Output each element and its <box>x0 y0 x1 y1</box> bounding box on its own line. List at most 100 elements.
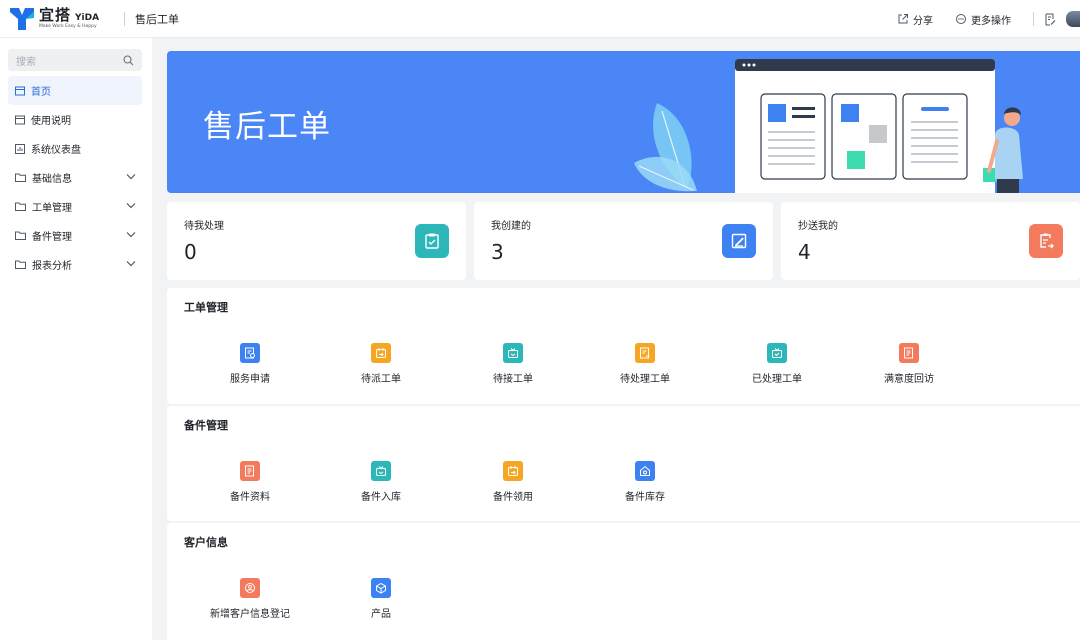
home-page-icon <box>15 86 25 95</box>
inbox-icon <box>503 343 523 363</box>
logo-en-text: YiDA <box>75 12 100 23</box>
sidebar-item-report-analysis[interactable]: 报表分析 <box>8 250 142 279</box>
home-banner: 售后工单 <box>167 51 1080 193</box>
sidebar-item-basic-info[interactable]: 基础信息 <box>8 163 142 192</box>
sidebar-item-label: 使用说明 <box>31 116 71 127</box>
app-product[interactable]: 产品 <box>331 578 431 621</box>
survey-icon <box>899 343 919 363</box>
app-name: 售后工单 <box>135 12 179 26</box>
app-label: 产品 <box>371 609 391 620</box>
app-label: 待处理工单 <box>620 374 670 385</box>
app-label: 服务申请 <box>230 374 270 385</box>
section-title: 工单管理 <box>184 301 228 314</box>
clipboard-check-icon <box>415 224 449 258</box>
stock-in-icon <box>371 461 391 481</box>
user-avatar[interactable] <box>1066 11 1080 27</box>
app-service-request[interactable]: 服务申请 <box>200 343 300 386</box>
yida-logo[interactable]: 宜搭 YiDA Make Work Easy & Happy <box>10 6 106 32</box>
header-divider <box>124 11 125 26</box>
dashboard-icon <box>15 143 25 154</box>
folder-icon <box>15 173 26 182</box>
app-label: 备件库存 <box>625 492 665 503</box>
sidebar-nav: 首页 使用说明 系统仪表盘 基础信息 工单管理 备件管理 报表分析 <box>8 76 142 279</box>
share-label: 分享 <box>913 15 933 27</box>
section-ticket-management: 工单管理 服务申请 待派工单 待接工单 待处理工单 已处理工单 满意度回访 <box>167 288 1080 404</box>
stat-label: 我创建的 <box>491 221 531 232</box>
folder-icon <box>15 202 26 211</box>
dispatch-icon <box>371 343 391 363</box>
folder-icon <box>15 231 26 240</box>
yida-logo-mark <box>10 7 34 30</box>
share-icon <box>898 14 908 24</box>
warehouse-icon <box>635 461 655 481</box>
sidebar-item-ticket-management[interactable]: 工单管理 <box>8 192 142 221</box>
feedback-doc-icon[interactable] <box>1044 13 1056 26</box>
section-customer-info: 客户信息 新增客户信息登记 产品 <box>167 523 1080 640</box>
more-actions-button[interactable]: 更多操作 <box>955 12 1011 27</box>
header-right-divider <box>1033 12 1034 26</box>
app-label: 待接工单 <box>493 374 533 385</box>
app-satisfaction-survey[interactable]: 满意度回访 <box>859 343 959 386</box>
app-parts-requisition[interactable]: 备件领用 <box>463 461 563 504</box>
product-icon <box>371 578 391 598</box>
logo-slogan: Make Work Easy & Happy <box>39 23 97 29</box>
app-to-dispatch[interactable]: 待派工单 <box>331 343 431 386</box>
stat-value: 3 <box>491 240 504 264</box>
chevron-down-icon[interactable] <box>126 231 136 238</box>
search-placeholder: 搜索 <box>16 56 36 68</box>
app-parts-stock-in[interactable]: 备件入库 <box>331 461 431 504</box>
app-customer-registration[interactable]: 新增客户信息登记 <box>200 578 300 621</box>
app-label: 备件资料 <box>230 492 270 503</box>
sidebar-item-label: 备件管理 <box>32 232 72 243</box>
top-bar: 宜搭 YiDA Make Work Easy & Happy 售后工单 分享 更… <box>0 0 1080 38</box>
sidebar-item-label: 工单管理 <box>32 203 72 214</box>
stat-value: 4 <box>798 240 811 264</box>
folder-icon <box>15 260 26 269</box>
app-to-process[interactable]: 待处理工单 <box>595 343 695 386</box>
section-title: 客户信息 <box>184 536 228 549</box>
edit-doc-icon <box>722 224 756 258</box>
more-actions-label: 更多操作 <box>971 15 1011 27</box>
app-to-accept[interactable]: 待接工单 <box>463 343 563 386</box>
section-parts-management: 备件管理 备件资料 备件入库 备件领用 备件库存 <box>167 406 1080 521</box>
chevron-down-icon[interactable] <box>126 173 136 180</box>
sidebar-item-label: 首页 <box>31 87 51 98</box>
chevron-down-icon[interactable] <box>126 202 136 209</box>
stat-card-cc[interactable]: 抄送我的 4 <box>781 202 1080 280</box>
app-processed[interactable]: 已处理工单 <box>727 343 827 386</box>
customer-add-icon <box>240 578 260 598</box>
app-label: 备件领用 <box>493 492 533 503</box>
done-box-icon <box>767 343 787 363</box>
stat-card-created[interactable]: 我创建的 3 <box>474 202 773 280</box>
sidebar-item-home[interactable]: 首页 <box>8 76 142 105</box>
share-button[interactable]: 分享 <box>897 12 933 27</box>
service-request-icon <box>240 343 260 363</box>
app-parts-inventory[interactable]: 备件库存 <box>595 461 695 504</box>
stat-label: 待我处理 <box>184 221 224 232</box>
sidebar-item-label: 基础信息 <box>32 174 72 185</box>
stat-label: 抄送我的 <box>798 221 838 232</box>
sidebar-item-parts-management[interactable]: 备件管理 <box>8 221 142 250</box>
chevron-down-icon[interactable] <box>126 260 136 267</box>
app-label: 已处理工单 <box>752 374 802 385</box>
app-label: 满意度回访 <box>884 374 934 385</box>
cc-doc-icon <box>1029 224 1063 258</box>
app-parts-info[interactable]: 备件资料 <box>200 461 300 504</box>
sidebar: 搜索 首页 使用说明 系统仪表盘 基础信息 工单管理 备件管理 报表分析 <box>0 38 152 640</box>
sidebar-item-label: 系统仪表盘 <box>31 145 81 156</box>
sidebar-item-guide[interactable]: 使用说明 <box>8 105 142 134</box>
page-icon <box>15 115 25 124</box>
stat-card-pending[interactable]: 待我处理 0 <box>167 202 466 280</box>
parts-doc-icon <box>240 461 260 481</box>
sidebar-item-dashboard[interactable]: 系统仪表盘 <box>8 134 142 163</box>
app-label: 备件入库 <box>361 492 401 503</box>
section-title: 备件管理 <box>184 419 228 432</box>
sidebar-item-label: 报表分析 <box>32 261 72 272</box>
parts-use-icon <box>503 461 523 481</box>
banner-title: 售后工单 <box>203 109 331 145</box>
pending-doc-icon <box>635 343 655 363</box>
logo-cn-text: 宜搭 <box>39 5 72 24</box>
more-circle-icon <box>956 14 966 24</box>
sidebar-search-input[interactable]: 搜索 <box>8 49 142 71</box>
search-icon[interactable] <box>123 54 134 66</box>
